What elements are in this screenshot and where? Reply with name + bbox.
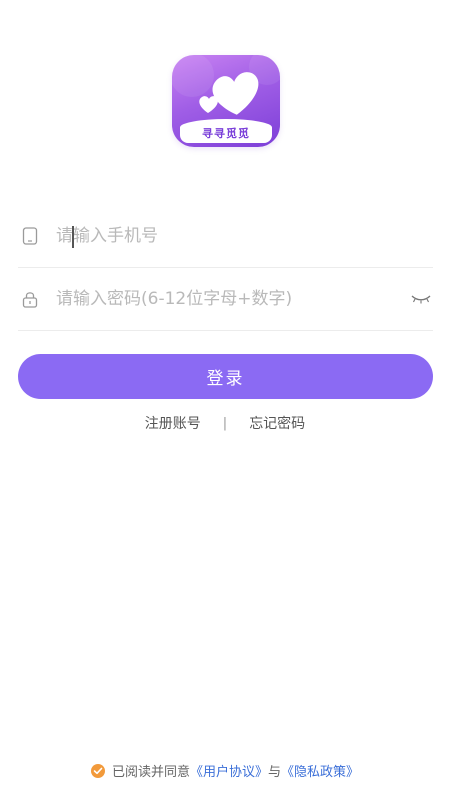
agreement-conjunction: 与 bbox=[268, 765, 282, 780]
app-logo: 寻寻觅觅 bbox=[172, 55, 280, 147]
checkmark-icon bbox=[93, 767, 103, 774]
logo-text: 寻寻觅觅 bbox=[202, 127, 250, 140]
eye-closed-icon[interactable] bbox=[409, 292, 433, 306]
login-screen: 寻寻觅觅 登录 bbox=[0, 0, 450, 800]
auth-links: 注册账号 | 忘记密码 bbox=[0, 413, 450, 433]
register-link[interactable]: 注册账号 bbox=[145, 413, 201, 433]
agreement-prefix: 已阅读并同意 bbox=[111, 765, 190, 780]
phone-input[interactable] bbox=[56, 226, 433, 246]
password-field bbox=[18, 268, 433, 331]
logo-ribbon: 寻寻觅觅 bbox=[180, 119, 272, 143]
login-button[interactable]: 登录 bbox=[18, 354, 433, 399]
lock-icon bbox=[20, 289, 40, 309]
text-cursor bbox=[72, 226, 74, 248]
user-agreement-link[interactable]: 《用户协议》 bbox=[190, 761, 268, 780]
forgot-password-link[interactable]: 忘记密码 bbox=[249, 413, 305, 433]
phone-icon bbox=[20, 226, 40, 246]
agreement-checkbox[interactable] bbox=[90, 763, 105, 778]
agreement-row: 已阅读并同意 《用户协议》 与 《隐私政策》 bbox=[0, 761, 450, 780]
link-separator: | bbox=[222, 415, 228, 431]
privacy-policy-link[interactable]: 《隐私政策》 bbox=[281, 761, 359, 780]
phone-field bbox=[18, 205, 433, 268]
password-input[interactable] bbox=[56, 289, 409, 309]
